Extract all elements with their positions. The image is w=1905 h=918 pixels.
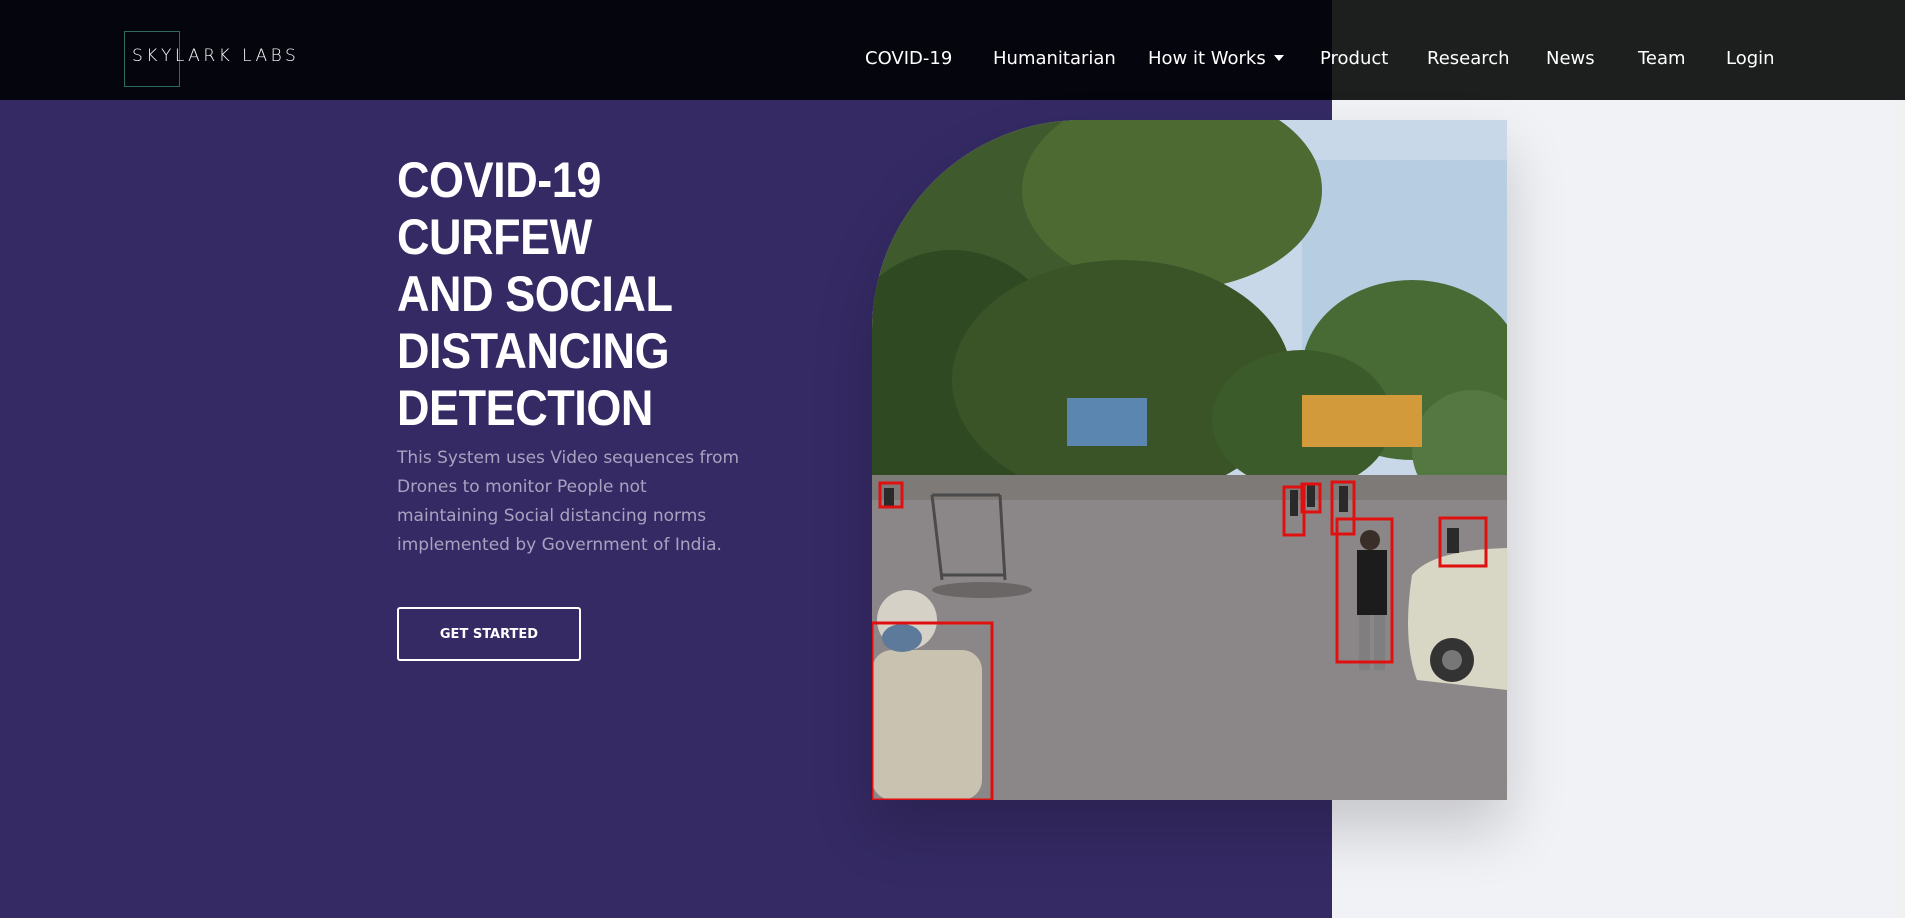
billboard-orange — [1302, 395, 1422, 447]
barrier-shadow — [932, 582, 1032, 598]
nav-item-label: Research — [1427, 48, 1510, 69]
billboard-blue — [1067, 398, 1147, 446]
site-header: SKYLARK LABS COVID-19 Humanitarian How i… — [0, 0, 1905, 100]
nav-item-product[interactable]: Product — [1320, 48, 1388, 69]
nav-item-label: Login — [1726, 48, 1775, 69]
nav-item-team[interactable]: Team — [1638, 48, 1686, 69]
nav-item-news[interactable]: News — [1546, 48, 1595, 69]
nav-item-humanitarian[interactable]: Humanitarian — [993, 48, 1116, 69]
hero-title: COVID-19 CURFEW AND SOCIAL DISTANCING DE… — [397, 152, 672, 436]
nav-item-covid-19[interactable]: COVID-19 — [865, 48, 952, 69]
caret-down-icon — [1273, 55, 1284, 61]
nav-item-label: Team — [1638, 48, 1686, 69]
nav-item-label: Humanitarian — [993, 48, 1116, 69]
hero-description: This System uses Video sequences from Dr… — [397, 448, 740, 555]
street-scene-illustration — [872, 120, 1507, 800]
scrollbar[interactable] — [1895, 0, 1905, 918]
header-gray-section — [1332, 0, 1905, 100]
nav-item-research[interactable]: Research — [1427, 48, 1510, 69]
get-started-button[interactable]: GET STARTED — [397, 607, 581, 661]
nav-item-label: How it Works — [1148, 48, 1266, 69]
logo-text: SKYLARK LABS — [132, 46, 300, 66]
site-logo[interactable]: SKYLARK LABS — [124, 31, 324, 87]
nav-item-label: Product — [1320, 48, 1389, 69]
get-started-label: GET STARTED — [439, 626, 539, 642]
nav-item-label: COVID-19 — [865, 48, 953, 69]
nav-item-login[interactable]: Login — [1726, 48, 1775, 69]
detection-video-frame — [872, 120, 1507, 800]
parked-car — [1408, 548, 1507, 690]
nav-item-label: News — [1546, 48, 1595, 69]
nav-item-how-it-works[interactable]: How it Works — [1148, 48, 1284, 69]
